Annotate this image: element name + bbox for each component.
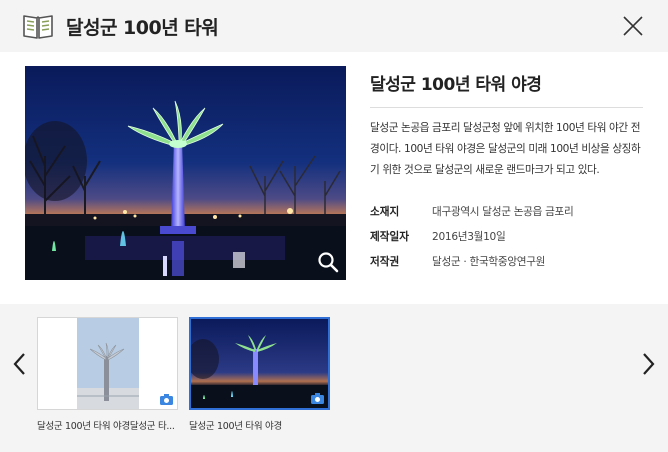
thumbnail-item-active[interactable]: 달성군 100년 타워 야경 [189, 317, 330, 432]
viewer-header: 달성군 100년 타워 [0, 0, 668, 52]
meta-key: 소재지 [370, 206, 400, 218]
chevron-left-icon[interactable] [10, 351, 30, 377]
thumbnail-image[interactable] [37, 317, 178, 410]
photo-info-panel: 달성군 100년 타워 야경 달성군 논공읍 금포리 달성군청 앞에 위치한 1… [370, 70, 643, 274]
meta-key: 저작권 [370, 256, 400, 268]
main-photo[interactable] [25, 66, 346, 280]
thumbnail-item[interactable]: 달성군 100년 타워 야경달성군 타... [37, 317, 178, 432]
photo-title: 달성군 100년 타워 야경 [370, 70, 643, 108]
meta-row-location: 소재지 대구광역시 달성군 논공읍 금포리 [370, 199, 643, 224]
chevron-right-icon[interactable] [638, 351, 658, 377]
thumbnail-caption: 달성군 100년 타워 야경 [189, 421, 282, 432]
meta-value: 대구광역시 달성군 논공읍 금포리 [432, 206, 574, 218]
meta-value: 2016년3월10일 [432, 231, 506, 243]
meta-row-date: 제작일자 2016년3월10일 [370, 224, 643, 249]
page-title: 달성군 100년 타워 [66, 17, 219, 39]
thumbnail-caption: 달성군 100년 타워 야경달성군 타... [37, 421, 175, 432]
camera-icon [311, 393, 324, 404]
meta-value: 달성군 · 한국학중앙연구원 [432, 256, 546, 268]
photo-metadata: 소재지 대구광역시 달성군 논공읍 금포리 제작일자 2016년3월10일 저작… [370, 199, 643, 274]
photo-description: 달성군 논공읍 금포리 달성군청 앞에 위치한 100년 타워 야간 전경이다.… [370, 122, 641, 176]
tower-night-photo [25, 66, 346, 280]
search-icon[interactable] [316, 250, 340, 274]
meta-row-copyright: 저작권 달성군 · 한국학중앙연구원 [370, 249, 643, 274]
tower-day-photo [38, 318, 177, 409]
close-icon[interactable] [622, 15, 644, 37]
thumbnail-gallery: 달성군 100년 타워 야경달성군 타... 달성군 100년 타워 야경 [0, 304, 668, 452]
thumbnail-image[interactable] [189, 317, 330, 410]
meta-key: 제작일자 [370, 231, 409, 243]
camera-icon [160, 394, 173, 405]
tower-night-thumbnail [191, 319, 328, 408]
book-icon [23, 15, 53, 39]
